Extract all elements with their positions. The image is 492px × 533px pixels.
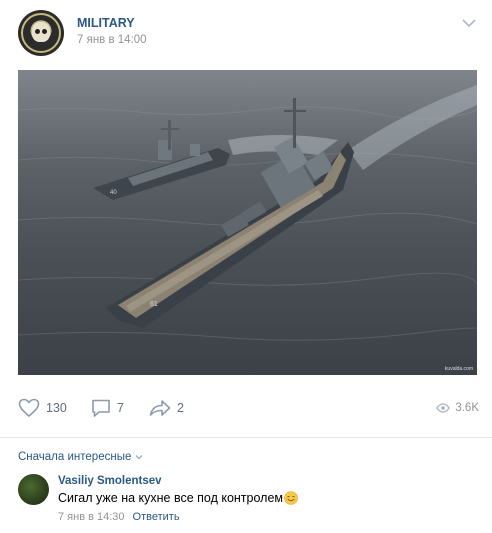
divider bbox=[0, 437, 492, 438]
post-actions: 130 7 2 3.6K bbox=[18, 397, 479, 421]
heart-icon bbox=[18, 398, 40, 418]
skull-eye-left bbox=[35, 29, 40, 34]
group-name[interactable]: MILITARY bbox=[77, 16, 135, 30]
warships-photo: 40 61 bbox=[18, 85, 477, 341]
comments-sort-label: Сначала интересные bbox=[18, 451, 132, 463]
post-header: MILITARY 7 янв в 14:00 bbox=[18, 10, 480, 58]
share-icon bbox=[149, 400, 171, 416]
comment-author[interactable]: Vasiliy Smolentsev bbox=[58, 475, 162, 487]
image-watermark: kuvalda.com bbox=[444, 366, 473, 372]
chevron-down-icon[interactable] bbox=[462, 18, 476, 28]
share-button[interactable]: 2 bbox=[149, 397, 184, 419]
like-count: 130 bbox=[46, 401, 67, 415]
post-image[interactable]: 40 61 kuvalda.com bbox=[18, 70, 477, 375]
share-count: 2 bbox=[177, 401, 184, 415]
like-button[interactable]: 130 bbox=[18, 397, 67, 419]
comment-text: Сигал уже на кухне все под контролем bbox=[58, 491, 298, 505]
svg-text:40: 40 bbox=[110, 190, 117, 196]
comment-icon bbox=[92, 399, 110, 417]
frigate: 40 bbox=[93, 120, 230, 200]
comments-sort-toggle[interactable]: Сначала интересные bbox=[18, 451, 143, 463]
chevron-down-icon bbox=[135, 455, 143, 460]
comment-body: Сигал уже на кухне все под контролем bbox=[58, 491, 283, 505]
comment-count: 7 bbox=[117, 401, 124, 415]
battleship: 61 bbox=[106, 98, 354, 328]
comment-time[interactable]: 7 янв в 14:30 bbox=[58, 511, 125, 523]
comment-button[interactable]: 7 bbox=[91, 397, 124, 419]
smile-emoji-icon bbox=[284, 491, 298, 505]
commenter-avatar[interactable] bbox=[18, 474, 49, 505]
reply-button[interactable]: Ответить bbox=[133, 511, 180, 523]
svg-text:61: 61 bbox=[150, 301, 158, 308]
comment-meta: 7 янв в 14:30 Ответить bbox=[58, 511, 180, 523]
views-count: 3.6K bbox=[455, 402, 479, 414]
comment-item: Vasiliy Smolentsev Сигал уже на кухне вс… bbox=[18, 474, 478, 526]
skull-eye-right bbox=[42, 29, 47, 34]
views-counter: 3.6K bbox=[436, 397, 479, 419]
eye-icon bbox=[436, 403, 451, 413]
group-avatar[interactable] bbox=[18, 10, 64, 56]
post-time[interactable]: 7 янв в 14:00 bbox=[77, 34, 147, 46]
